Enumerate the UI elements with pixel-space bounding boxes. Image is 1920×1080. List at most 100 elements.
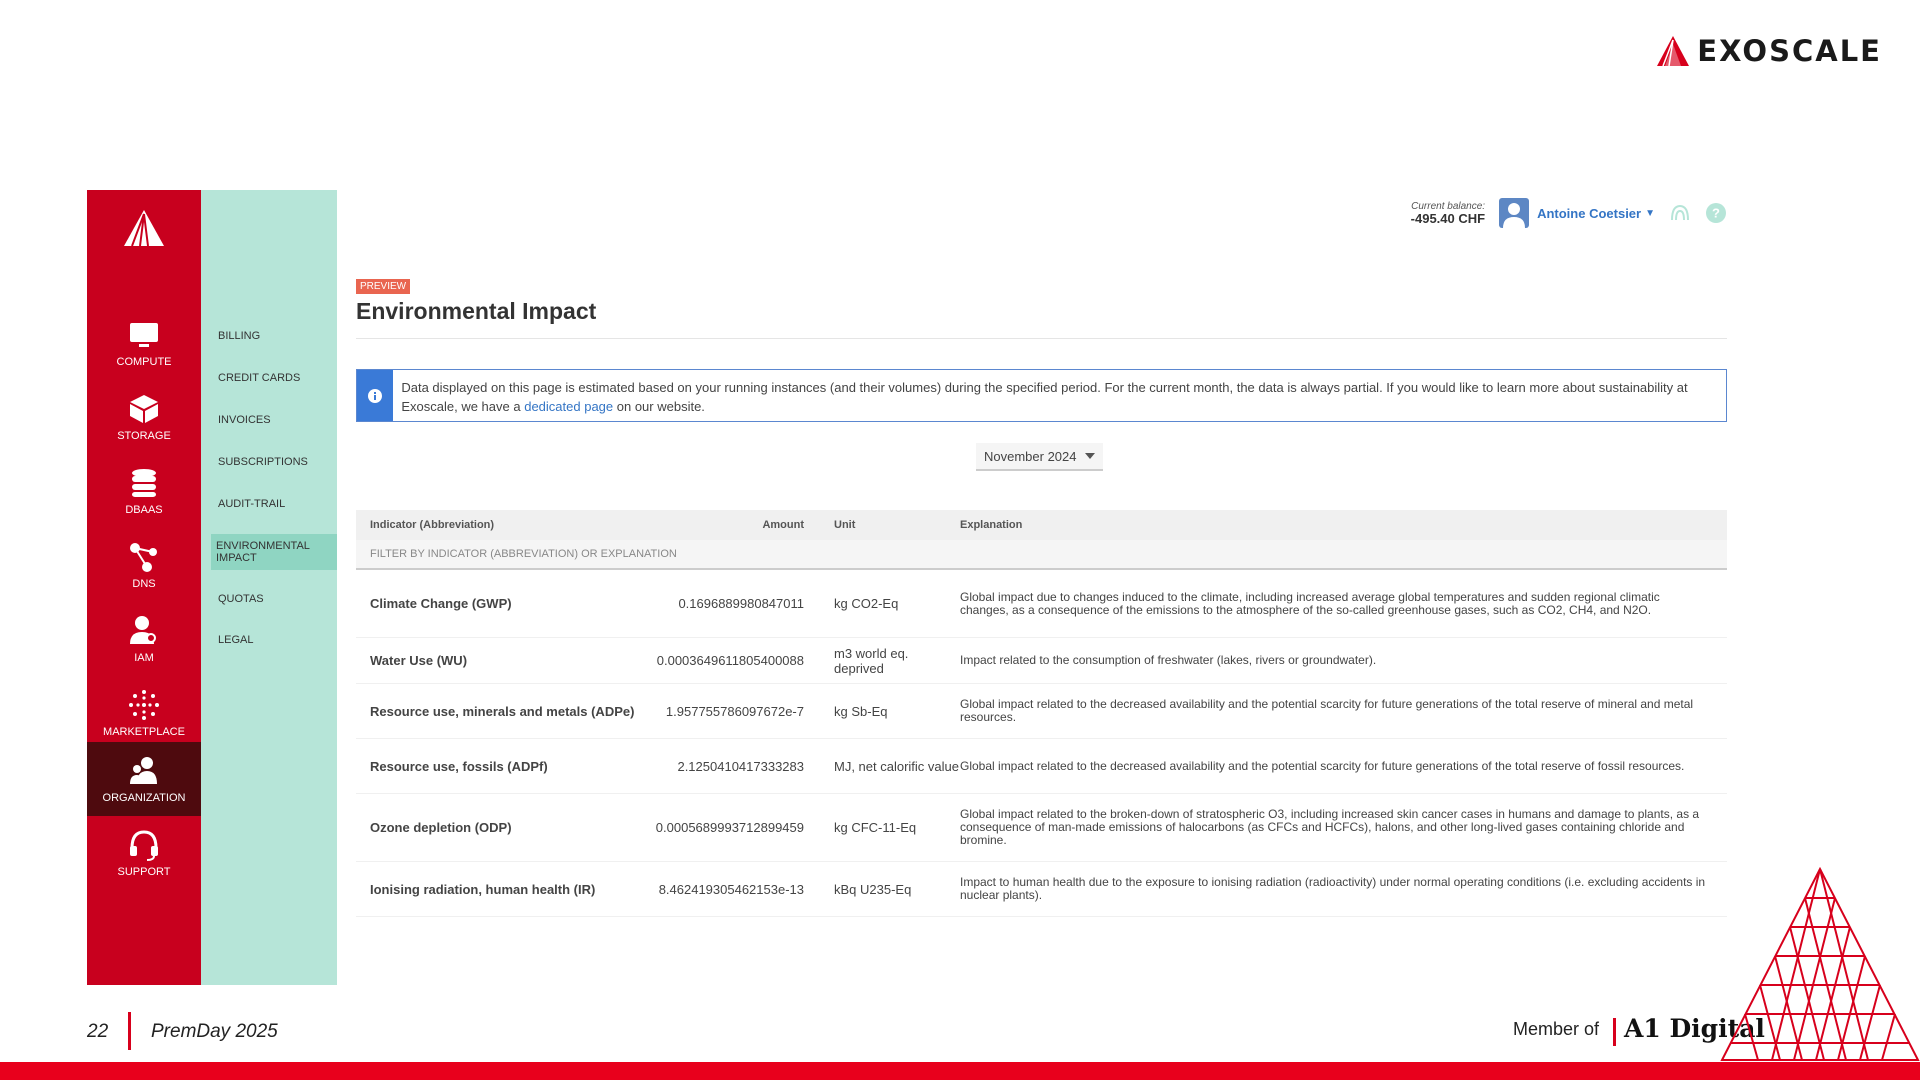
balance-value: -495.40 CHF <box>1410 211 1486 226</box>
nav-organization-label: ORGANIZATION <box>102 792 186 804</box>
exoscale-brand: EXOSCALE <box>1657 34 1882 68</box>
nav-iam-label: IAM <box>134 652 154 664</box>
cell-amount: 0.0005689993712899459 <box>655 820 804 835</box>
info-icon <box>368 388 383 403</box>
exoscale-rail-logo-icon[interactable] <box>120 206 168 254</box>
impact-table: Indicator (Abbreviation) Amount Unit Exp… <box>356 510 1727 917</box>
cell-indicator: Resource use, fossils (ADPf) <box>370 758 548 774</box>
nav-iam[interactable]: IAM <box>87 602 201 676</box>
user-name: Antoine Coetsier <box>1537 205 1642 221</box>
people-icon <box>130 757 157 784</box>
caret-down-icon <box>1085 453 1095 459</box>
monitor-icon <box>130 323 158 347</box>
network-icon <box>130 543 157 572</box>
database-icon <box>132 469 156 497</box>
nav-support[interactable]: SUPPORT <box>87 816 201 890</box>
cell-explanation: Global impact due to changes induced to … <box>960 589 1660 617</box>
subnav-item-subscriptions[interactable]: SUBSCRIPTIONS <box>214 453 334 471</box>
nav-marketplace[interactable]: MARKETPLACE <box>87 676 201 750</box>
table-row: Resource use, fossils (ADPf) 2.125041041… <box>356 739 1727 794</box>
nav-marketplace-label: MARKETPLACE <box>103 726 185 738</box>
footer-title: PremDay 2025 <box>151 1021 278 1042</box>
info-text: Data displayed on this page is estimated… <box>393 370 1726 421</box>
table-row: Resource use, minerals and metals (ADPe)… <box>356 684 1727 739</box>
nav-compute-label: COMPUTE <box>116 356 172 368</box>
dots-ring-icon <box>129 690 159 720</box>
help-icon[interactable]: ? <box>1705 202 1727 224</box>
table-row: Ionising radiation, human health (IR) 8.… <box>356 862 1727 917</box>
avatar <box>1499 198 1530 228</box>
footer-divider <box>128 1012 131 1050</box>
cell-amount: 2.1250410417333283 <box>677 758 804 774</box>
main-content: Current balance: -495.40 CHF Antoine Coe… <box>356 190 1727 985</box>
svg-text:?: ? <box>1712 206 1720 221</box>
cell-explanation: Global impact related to the broken-down… <box>960 807 1700 847</box>
info-text-end: on our website. <box>613 399 705 414</box>
table-row: Climate Change (GWP) 0.1696889980847011 … <box>356 570 1727 638</box>
current-balance: Current balance: -495.40 CHF <box>1411 201 1485 225</box>
header-explanation[interactable]: Explanation <box>960 519 1727 532</box>
cell-explanation: Global impact related to the decreased a… <box>960 697 1694 724</box>
subnav-item-credit-cards[interactable]: CREDIT CARDS <box>214 369 334 387</box>
subnav-item-environmental-impact[interactable]: ENVIRONMENTAL IMPACT <box>211 534 337 570</box>
header-amount[interactable]: Amount <box>644 519 804 531</box>
cell-unit: kg CO2-Eq <box>834 596 899 611</box>
table-row: Water Use (WU) 0.0003649611805400088 m3 … <box>356 638 1727 684</box>
topbar: Current balance: -495.40 CHF Antoine Coe… <box>1411 198 1727 228</box>
user-menu[interactable]: Antoine Coetsier ▼ <box>1499 198 1655 228</box>
cell-indicator: Climate Change (GWP) <box>370 596 512 611</box>
table-header: Indicator (Abbreviation) Amount Unit Exp… <box>356 510 1727 540</box>
cell-indicator: Water Use (WU) <box>370 653 468 668</box>
user-avatar-icon <box>1503 203 1526 228</box>
nav-dbaas-label: DBAAS <box>125 504 163 516</box>
nav-dns-label: DNS <box>132 578 156 590</box>
bottom-brand-bar <box>0 1062 1920 1080</box>
exoscale-logo-icon <box>1657 36 1690 66</box>
cell-amount: 8.462419305462153e-13 <box>658 881 804 897</box>
cell-amount: 1.957755786097672e-7 <box>665 703 804 719</box>
cell-explanation: Global impact related to the decreased a… <box>960 758 1685 773</box>
status-signal-icon[interactable] <box>1669 202 1691 224</box>
cube-icon <box>130 395 158 423</box>
cell-indicator: Resource use, minerals and metals (ADPe) <box>370 703 635 719</box>
nav-compute[interactable]: COMPUTE <box>87 306 201 380</box>
subnav-item-billing[interactable]: BILLING <box>214 327 334 345</box>
member-of-label: Member of <box>1513 1019 1600 1039</box>
table-filter-input[interactable]: FILTER BY INDICATOR (ABBREVIATION) OR EX… <box>356 540 1727 570</box>
cell-unit: kg CFC-11-Eq <box>834 820 917 835</box>
cell-explanation: Impact related to the consumption of fre… <box>960 653 1377 667</box>
subnav-item-quotas[interactable]: QUOTAS <box>214 590 334 608</box>
info-banner: Data displayed on this page is estimated… <box>356 369 1727 422</box>
cell-amount: 0.0003649611805400088 <box>656 653 804 668</box>
nav-storage-label: STORAGE <box>117 430 171 442</box>
dedicated-page-link[interactable]: dedicated page <box>524 399 613 414</box>
info-icon-cell <box>357 370 394 421</box>
cell-unit: m3 world eq. deprived <box>834 645 909 676</box>
main-nav-rail: COMPUTE STORAGE DBAAS DNS IAM MARKETPLAC… <box>87 190 201 985</box>
nav-organization[interactable]: ORGANIZATION <box>87 742 201 816</box>
subnav-item-invoices[interactable]: INVOICES <box>214 411 334 429</box>
subnav-item-audit-trail[interactable]: AUDIT-TRAIL <box>214 495 334 513</box>
title-divider <box>356 338 1727 339</box>
nav-dbaas[interactable]: DBAAS <box>87 454 201 528</box>
subnav-item-legal[interactable]: LEGAL <box>214 631 334 649</box>
organization-subnav: BILLING CREDIT CARDS INVOICES SUBSCRIPTI… <box>201 190 337 985</box>
cell-unit: MJ, net calorific value <box>834 758 959 774</box>
header-indicator[interactable]: Indicator (Abbreviation) <box>356 519 644 531</box>
cell-amount: 0.1696889980847011 <box>678 596 804 611</box>
cell-indicator: Ionising radiation, human health (IR) <box>370 881 596 897</box>
table-row: Ozone depletion (ODP) 0.0005689993712899… <box>356 794 1727 862</box>
month-select[interactable]: November 2024 <box>976 443 1103 471</box>
nav-support-label: SUPPORT <box>117 866 171 878</box>
cell-explanation: Impact to human health due to the exposu… <box>960 875 1706 902</box>
member-divider <box>1613 1018 1616 1046</box>
month-select-value: November 2024 <box>984 448 1077 464</box>
headset-icon <box>130 830 158 861</box>
header-unit[interactable]: Unit <box>804 519 960 531</box>
nav-storage[interactable]: STORAGE <box>87 380 201 454</box>
page-number: 22 <box>87 1021 109 1042</box>
brand-name: EXOSCALE <box>1697 34 1882 68</box>
nav-dns[interactable]: DNS <box>87 528 201 602</box>
slide: EXOSCALE COMPUTE STORAGE DBAAS DNS IAM M… <box>0 0 1920 1080</box>
cell-indicator: Ozone depletion (ODP) <box>370 820 512 835</box>
